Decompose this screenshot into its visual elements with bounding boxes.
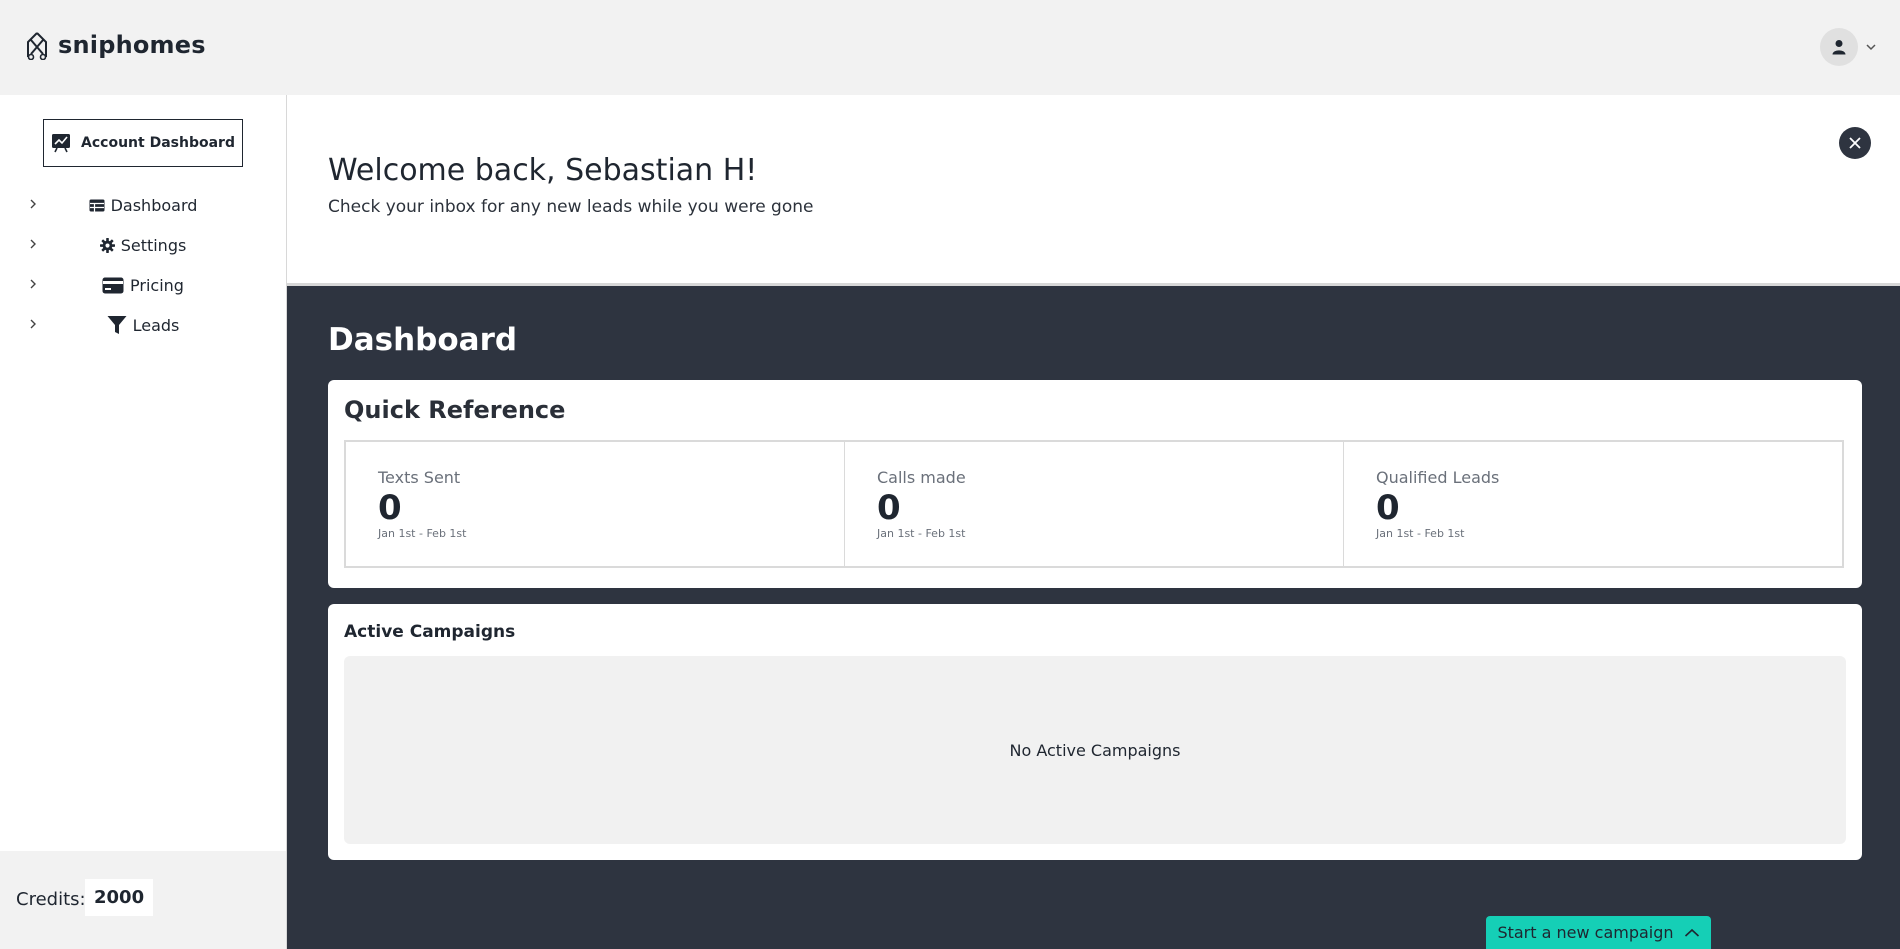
stat-texts-sent: Texts Sent 0 Jan 1st - Feb 1st [346, 442, 844, 566]
table-icon [89, 199, 105, 211]
campaigns-empty-state: No Active Campaigns [344, 656, 1846, 844]
top-bar: sniphomes [0, 0, 1900, 95]
quick-reference-title: Quick Reference [344, 396, 566, 424]
start-campaign-label: Start a new campaign [1497, 923, 1674, 942]
empty-state-text: No Active Campaigns [1009, 740, 1181, 760]
sidebar-item-pricing[interactable]: Pricing [0, 265, 286, 305]
brand-name: sniphomes [58, 31, 206, 59]
account-dashboard-button[interactable]: Account Dashboard [43, 119, 243, 167]
gear-icon [99, 237, 115, 253]
sidebar-item-label: Settings [120, 235, 187, 255]
stat-range: Jan 1st - Feb 1st [378, 527, 467, 540]
credits-label: Credits: [16, 889, 86, 910]
chevron-down-icon[interactable] [1866, 43, 1876, 51]
stat-label: Texts Sent [378, 468, 461, 487]
avatar[interactable] [1820, 28, 1858, 66]
welcome-title: Welcome back, Sebastian H! [328, 153, 758, 188]
stat-label: Qualified Leads [1376, 468, 1500, 487]
sidebar-item-dashboard[interactable]: Dashboard [0, 185, 286, 225]
page-title: Dashboard [328, 322, 518, 358]
dashboard-main: Dashboard Quick Reference Texts Sent 0 J… [287, 286, 1900, 949]
sidebar-item-label: Pricing [130, 275, 184, 295]
chevron-up-icon [1684, 928, 1699, 937]
user-icon [1832, 40, 1846, 55]
close-button[interactable] [1839, 127, 1871, 159]
account-dashboard-label: Account Dashboard [81, 135, 235, 151]
sidebar-item-leads[interactable]: Leads [0, 305, 286, 345]
close-icon [1849, 137, 1861, 149]
chart-board-icon [52, 134, 71, 153]
stats-row: Texts Sent 0 Jan 1st - Feb 1st Calls mad… [344, 440, 1844, 568]
sidebar-item-label: Leads [132, 315, 180, 335]
user-menu[interactable] [1820, 28, 1876, 66]
quick-reference-card: Quick Reference Texts Sent 0 Jan 1st - F… [328, 380, 1862, 588]
credits-panel: Credits: 2000 [0, 851, 286, 949]
active-campaigns-title: Active Campaigns [344, 622, 516, 642]
brand-logo-icon [27, 32, 47, 60]
filter-icon [107, 316, 127, 334]
stat-range: Jan 1st - Feb 1st [877, 527, 966, 540]
stat-calls-made: Calls made 0 Jan 1st - Feb 1st [844, 442, 1343, 566]
start-campaign-button[interactable]: Start a new campaign [1486, 916, 1711, 949]
credits-value: 2000 [85, 879, 154, 916]
stat-value: 0 [378, 488, 402, 528]
credit-card-icon [102, 277, 124, 293]
stat-label: Calls made [877, 468, 966, 487]
sidebar-item-settings[interactable]: Settings [0, 225, 286, 265]
sidebar-item-label: Dashboard [110, 195, 198, 215]
welcome-banner: Welcome back, Sebastian H! Check your in… [287, 95, 1900, 286]
brand[interactable]: sniphomes [24, 30, 206, 60]
sidebar-nav: Dashboard Settings Pricing Leads [0, 185, 286, 345]
stat-range: Jan 1st - Feb 1st [1376, 527, 1465, 540]
active-campaigns-card: Active Campaigns No Active Campaigns [328, 604, 1862, 860]
stat-qualified-leads: Qualified Leads 0 Jan 1st - Feb 1st [1343, 442, 1842, 566]
sidebar: Account Dashboard Dashboard Settings Pri… [0, 95, 287, 949]
stat-value: 0 [1376, 488, 1400, 528]
stat-value: 0 [877, 488, 901, 528]
welcome-subtitle: Check your inbox for any new leads while… [328, 197, 814, 217]
